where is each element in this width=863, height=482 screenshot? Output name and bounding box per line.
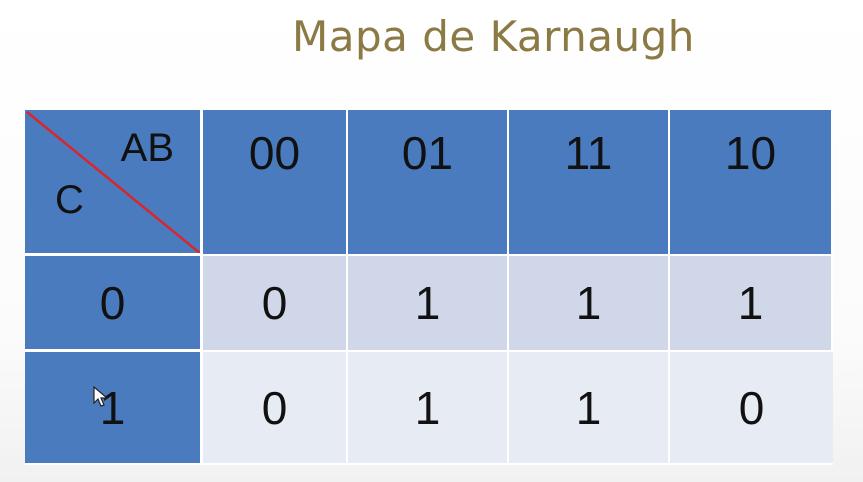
corner-header-cell: AB C xyxy=(25,110,203,256)
column-header-11: 11 xyxy=(509,110,670,256)
diagonal-line-icon xyxy=(26,111,200,253)
slide-title: Mapa de Karnaugh xyxy=(292,12,695,61)
kmap-cell-r0-c3: 1 xyxy=(670,256,833,352)
kmap-cell-r0-c1: 1 xyxy=(348,256,509,352)
column-header-00: 00 xyxy=(203,110,348,256)
kmap-cell-r1-c2: 1 xyxy=(509,352,670,465)
column-header-10: 10 xyxy=(670,110,833,256)
kmap-cell-r1-c0: 0 xyxy=(203,352,348,465)
corner-label-c: C xyxy=(55,178,84,222)
mouse-pointer-icon xyxy=(93,386,109,407)
kmap-cell-r1-c3: 0 xyxy=(670,352,833,465)
row-header-0: 0 xyxy=(25,256,203,352)
kmap-cell-r0-c2: 1 xyxy=(509,256,670,352)
row-header-1: 1 xyxy=(25,352,203,465)
kmap-cell-r1-c1: 1 xyxy=(348,352,509,465)
column-header-01: 01 xyxy=(348,110,509,256)
corner-label-ab: AB xyxy=(120,126,174,170)
kmap-cell-r0-c0: 0 xyxy=(203,256,348,352)
karnaugh-map-table: AB C 00 01 11 10 0 0 1 1 1 1 0 1 1 0 xyxy=(25,110,833,465)
